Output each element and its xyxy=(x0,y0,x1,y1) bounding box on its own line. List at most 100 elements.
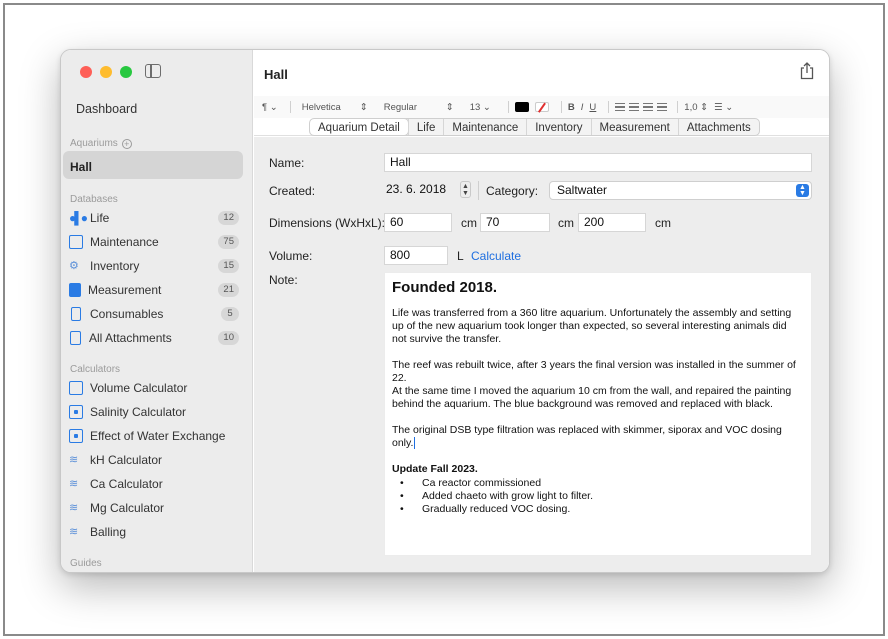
sidebar-item-label: Volume Calculator xyxy=(90,381,188,395)
title-bar: Hall xyxy=(254,50,829,96)
note-heading: Founded 2018. xyxy=(392,279,498,296)
note-subheading: Update Fall 2023. xyxy=(392,463,478,475)
wave-icon: ≋ xyxy=(69,526,79,538)
font-family-select[interactable]: Helvetica ⇕ xyxy=(297,101,373,114)
sidebar-item-life[interactable]: ●▌● Life 12 xyxy=(69,208,239,228)
sidebar-item-label: Mg Calculator xyxy=(90,501,165,515)
created-date-field[interactable]: 23. 6. 2018 xyxy=(384,181,458,200)
paragraph-icon: ¶ xyxy=(262,101,268,113)
date-stepper[interactable]: ▲ ▼ xyxy=(460,181,471,198)
tab-aquarium-detail[interactable]: Aquarium Detail xyxy=(310,119,408,135)
sidebar-item-maintenance[interactable]: Maintenance 75 xyxy=(69,232,239,252)
list-item: Added chaeto with grow light to filter. xyxy=(400,490,804,503)
calendar-icon xyxy=(69,235,83,249)
note-paragraph: The reef was rebuilt twice, after 3 year… xyxy=(392,359,796,384)
bottle-icon xyxy=(71,307,81,321)
sidebar-item-kh-calculator[interactable]: ≋ kH Calculator xyxy=(69,450,239,470)
sidebar-item-mg-calculator[interactable]: ≋ Mg Calculator xyxy=(69,498,239,518)
note-editor[interactable]: Founded 2018. Life was transferred from … xyxy=(384,272,812,556)
calculate-link[interactable]: Calculate xyxy=(471,249,521,263)
sidebar-item-all-attachments[interactable]: All Attachments 10 xyxy=(69,328,239,348)
sidebar-item-hall[interactable]: Hall xyxy=(70,160,92,174)
aquariums-section-header: Aquariums + xyxy=(70,138,132,149)
gears-icon: ⚙ xyxy=(69,260,79,272)
sidebar-item-measurement[interactable]: Measurement 21 xyxy=(69,280,239,300)
bold-button[interactable]: B xyxy=(568,102,575,113)
tab-life[interactable]: Life xyxy=(407,119,444,135)
width-unit: cm xyxy=(461,216,477,230)
align-justify-icon[interactable] xyxy=(657,103,668,111)
list-item: Gradually reduced VOC dosing. xyxy=(400,503,804,516)
name-label: Name: xyxy=(269,156,305,170)
font-family-value: Helvetica xyxy=(301,101,341,113)
sidebar-item-balling[interactable]: ≋ Balling xyxy=(69,522,239,542)
length-unit: cm xyxy=(655,216,671,230)
tab-maintenance[interactable]: Maintenance xyxy=(443,119,526,135)
close-window-button[interactable] xyxy=(80,66,92,78)
updown-icon: ⇕ xyxy=(359,101,368,113)
font-style-select[interactable]: Regular ⇕ xyxy=(379,101,459,114)
divider xyxy=(507,101,509,113)
databases-section-header: Databases xyxy=(70,194,118,205)
sidebar-item-label: Inventory xyxy=(90,259,140,273)
align-center-icon[interactable] xyxy=(629,103,640,111)
volume-field[interactable]: 800 xyxy=(384,246,448,265)
text-color-well[interactable] xyxy=(514,102,529,112)
sidebar-item-inventory[interactable]: ⚙ Inventory 15 xyxy=(69,256,239,276)
sidebar-item-dashboard[interactable]: Dashboard xyxy=(76,102,137,116)
tab-inventory[interactable]: Inventory xyxy=(526,119,590,135)
volume-unit: L xyxy=(457,249,464,263)
divider xyxy=(677,101,679,113)
created-label: Created: xyxy=(269,184,316,198)
note-paragraph-text: The original DSB type filtration was rep… xyxy=(392,424,782,449)
share-icon[interactable] xyxy=(799,62,815,80)
underline-button[interactable]: U xyxy=(589,102,596,113)
zoom-window-button[interactable] xyxy=(120,66,132,78)
length-field[interactable]: 200 xyxy=(578,213,646,232)
divider xyxy=(289,101,291,113)
sidebar-item-label: Measurement xyxy=(88,283,162,297)
square-icon xyxy=(69,381,83,395)
list-style-select[interactable]: ☰ ⌄ xyxy=(714,102,733,113)
sidebar-item-ca-calculator[interactable]: ≋ Ca Calculator xyxy=(69,474,239,494)
width-field[interactable]: 60 xyxy=(384,213,452,232)
dimensions-label: Dimensions (WxHxL): xyxy=(269,216,386,230)
divider xyxy=(608,101,610,113)
note-label: Note: xyxy=(269,273,298,287)
sidebar-item-consumables[interactable]: Consumables 5 xyxy=(69,304,239,324)
text-cursor xyxy=(414,437,416,450)
italic-button[interactable]: I xyxy=(581,102,584,113)
sidebar-item-label: Maintenance xyxy=(90,235,159,249)
minimize-window-button[interactable] xyxy=(100,66,112,78)
sidebar-item-salinity-calculator[interactable]: Salinity Calculator xyxy=(69,402,239,422)
name-field[interactable]: Hall xyxy=(384,153,812,172)
divider xyxy=(560,101,562,113)
fish-icon: ●▌● xyxy=(69,211,88,225)
dot-square-icon xyxy=(69,429,83,443)
align-right-icon[interactable] xyxy=(643,103,654,111)
main-content: Hall ¶ ⌄ Helvetica ⇕ Regular ⇕ 13 ⌄ B I U xyxy=(254,50,829,572)
line-spacing-select[interactable]: 1,0 ⇕ xyxy=(684,102,708,113)
align-left-icon[interactable] xyxy=(615,103,626,111)
wave-icon: ≋ xyxy=(69,454,79,466)
list-icon: ☰ xyxy=(714,101,723,113)
height-field[interactable]: 70 xyxy=(480,213,550,232)
background-color-well[interactable] xyxy=(534,102,549,112)
category-value: Saltwater xyxy=(557,183,608,197)
paragraph-style-button[interactable]: ¶ ⌄ xyxy=(262,102,278,113)
sidebar-item-label: Consumables xyxy=(90,307,164,321)
tab-attachments[interactable]: Attachments xyxy=(677,119,759,135)
font-size-select[interactable]: 13 ⌄ xyxy=(465,101,496,114)
height-unit: cm xyxy=(558,216,574,230)
sidebar-toggle-icon[interactable] xyxy=(145,64,161,78)
sidebar-item-label: Ca Calculator xyxy=(90,477,163,491)
tab-measurement[interactable]: Measurement xyxy=(590,119,678,135)
wave-icon: ≋ xyxy=(69,478,79,490)
sidebar-item-effect-of-water-exchange[interactable]: Effect of Water Exchange xyxy=(69,426,239,446)
sidebar-item-volume-calculator[interactable]: Volume Calculator xyxy=(69,378,239,398)
category-select[interactable]: Saltwater ▲ ▼ xyxy=(549,181,812,200)
updown-chevron-icon: ▲ ▼ xyxy=(796,184,809,197)
add-aquarium-icon[interactable]: + xyxy=(121,138,132,149)
aquariums-header-label: Aquariums xyxy=(70,138,118,149)
count-badge: 10 xyxy=(218,331,239,345)
